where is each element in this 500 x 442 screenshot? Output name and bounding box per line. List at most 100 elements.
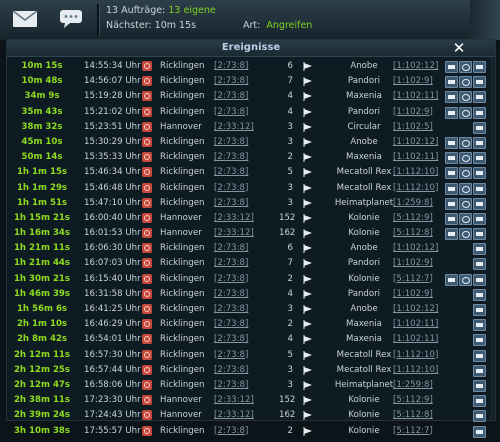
message-button[interactable] [473,152,486,165]
message-button[interactable] [473,288,486,301]
origin-coords-link[interactable]: [2:73:8] [214,317,248,332]
view-icon[interactable] [459,136,472,149]
target-coords-link[interactable]: [1:102:11] [393,150,438,165]
origin-coords-link[interactable]: [2:33:12] [214,408,254,423]
target-coords-link[interactable]: [1:102:11] [393,332,438,347]
view-icon[interactable] [459,197,472,210]
return-button[interactable] [445,228,458,241]
origin-coords-link[interactable]: [2:73:8] [214,196,248,211]
message-button[interactable] [473,273,486,286]
view-icon[interactable] [459,106,472,119]
target-coords-link[interactable]: [1:259:8] [393,378,433,393]
message-button[interactable] [473,76,486,89]
message-button[interactable] [473,425,486,438]
view-icon[interactable] [459,152,472,165]
origin-coords-link[interactable]: [2:73:8] [214,332,248,347]
target-coords-link[interactable]: [1:112:10] [393,181,438,196]
origin-coords-link[interactable]: [2:73:8] [214,105,248,120]
view-icon[interactable] [459,167,472,180]
message-button[interactable] [473,395,486,408]
target-coords-link[interactable]: [1:102:12] [393,135,438,150]
target-coords-link[interactable]: [5:112:8] [393,226,433,241]
target-coords-link[interactable]: [5:112:7] [393,424,433,439]
origin-coords-link[interactable]: [2:73:8] [214,150,248,165]
message-button[interactable] [473,349,486,362]
target-coords-link[interactable]: [1:102:12] [393,241,438,256]
return-button[interactable] [445,212,458,225]
return-button[interactable] [445,197,458,210]
view-icon[interactable] [459,228,472,241]
view-icon[interactable] [459,273,472,286]
mail-icon[interactable] [6,5,44,33]
target-coords-link[interactable]: [1:102:5] [393,120,433,135]
origin-coords-link[interactable]: [2:73:8] [214,181,248,196]
origin-coords-link[interactable]: [2:33:12] [214,226,254,241]
view-icon[interactable] [459,91,472,104]
target-coords-link[interactable]: [5:112:9] [393,211,433,226]
return-button[interactable] [445,91,458,104]
view-icon[interactable] [459,212,472,225]
view-icon[interactable] [459,61,472,73]
message-button[interactable] [473,364,486,377]
return-button[interactable] [445,273,458,286]
target-coords-link[interactable]: [1:112:10] [393,348,438,363]
close-icon[interactable]: ✕ [451,40,467,56]
target-coords-link[interactable]: [1:112:10] [393,363,438,378]
target-coords-link[interactable]: [1:102:11] [393,89,438,104]
message-button[interactable] [473,243,486,256]
message-button[interactable] [473,197,486,210]
origin-coords-link[interactable]: [2:73:8] [214,74,248,89]
target-coords-link[interactable]: [1:102:9] [393,287,433,302]
origin-coords-link[interactable]: [2:73:8] [214,89,248,104]
return-button[interactable] [445,167,458,180]
return-button[interactable] [445,152,458,165]
target-coords-link[interactable]: [1:102:9] [393,74,433,89]
origin-coords-link[interactable]: [2:73:8] [214,165,248,180]
message-button[interactable] [473,258,486,271]
message-button[interactable] [473,121,486,134]
target-coords-link[interactable]: [1:102:9] [393,105,433,120]
origin-coords-link[interactable]: [2:73:8] [214,348,248,363]
return-button[interactable] [445,61,458,73]
return-button[interactable] [445,76,458,89]
message-button[interactable] [473,304,486,316]
message-button[interactable] [473,212,486,225]
origin-coords-link[interactable]: [2:73:8] [214,302,248,317]
target-coords-link[interactable]: [1:102:11] [393,317,438,332]
origin-coords-link[interactable]: [2:73:8] [214,135,248,150]
target-coords-link[interactable]: [1:112:10] [393,165,438,180]
origin-coords-link[interactable]: [2:33:12] [214,120,254,135]
message-button[interactable] [473,228,486,241]
return-button[interactable] [445,106,458,119]
origin-coords-link[interactable]: [2:73:8] [214,424,248,439]
view-icon[interactable] [459,76,472,89]
origin-coords-link[interactable]: [2:73:8] [214,378,248,393]
origin-coords-link[interactable]: [2:33:12] [214,211,254,226]
origin-coords-link[interactable]: [2:33:12] [214,393,254,408]
message-button[interactable] [473,61,486,73]
return-button[interactable] [445,136,458,149]
target-coords-link[interactable]: [1:102:9] [393,256,433,271]
origin-coords-link[interactable]: [2:73:8] [214,256,248,271]
origin-coords-link[interactable]: [2:73:8] [214,59,248,74]
origin-coords-link[interactable]: [2:73:8] [214,241,248,256]
target-coords-link[interactable]: [5:112:8] [393,408,433,423]
message-button[interactable] [473,319,486,332]
message-button[interactable] [473,136,486,149]
scrollbar[interactable] [490,57,494,419]
message-button[interactable] [473,410,486,423]
target-coords-link[interactable]: [1:102:12] [393,302,438,317]
message-button[interactable] [473,91,486,104]
target-coords-link[interactable]: [1:259:8] [393,196,433,211]
message-button[interactable] [473,334,486,347]
origin-coords-link[interactable]: [2:73:8] [214,363,248,378]
target-coords-link[interactable]: [1:102:12] [393,59,438,74]
message-button[interactable] [473,182,486,195]
origin-coords-link[interactable]: [2:73:8] [214,272,248,287]
view-icon[interactable] [459,182,472,195]
return-button[interactable] [445,182,458,195]
origin-coords-link[interactable]: [2:73:8] [214,287,248,302]
chat-icon[interactable] [52,5,90,33]
target-coords-link[interactable]: [5:112:9] [393,393,433,408]
message-button[interactable] [473,379,486,392]
